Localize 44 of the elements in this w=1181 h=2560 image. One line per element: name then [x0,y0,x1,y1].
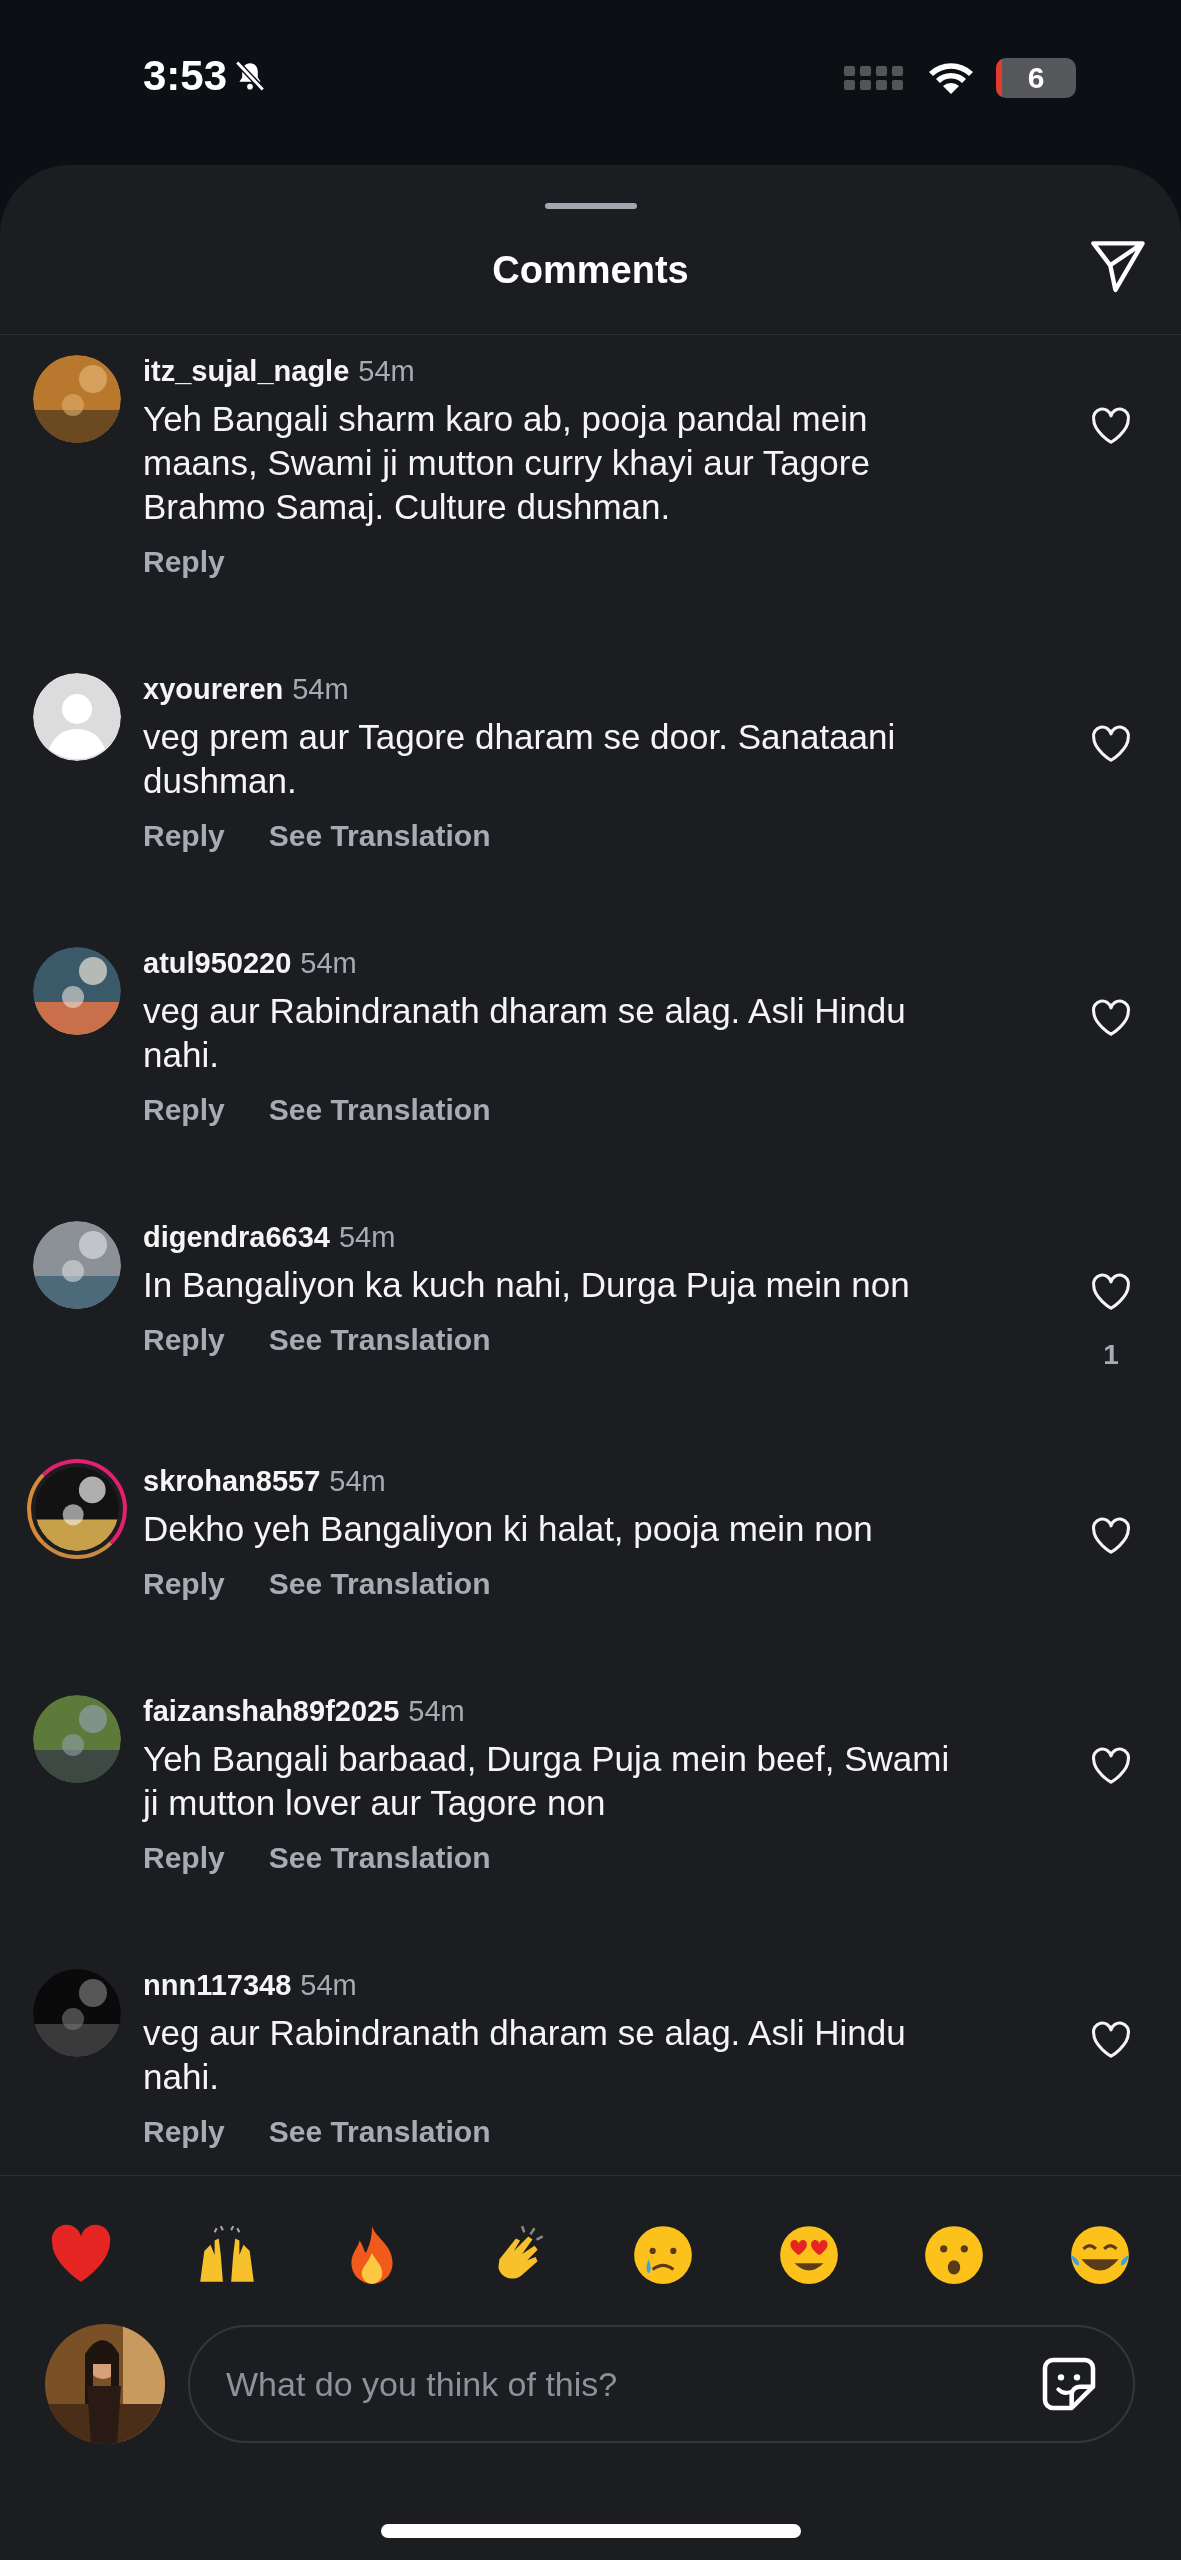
comment-action-link[interactable]: See Translation [268,819,491,853]
comment-time: 54m [292,673,349,706]
comment-time: 54m [358,355,415,388]
comment-text: Yeh Bangali sharm karo ab, pooja pandal mein maans, Swami ji mutton curry khayi aur Tagore Brahmo Samaj. Culture dushman. [143,398,871,528]
comment-time: 54m [339,1221,396,1254]
comment-text: In Bangaliyon ka kuch nahi, Durga Puja mein non [143,1264,911,1306]
drag-handle[interactable] [544,203,637,209]
comment-composer[interactable]: What do you think of this? [188,2325,1135,2443]
comment-time: 54m [408,1695,465,1728]
like-count: 1 [1103,1339,1119,1371]
comment-text: veg aur Rabindranath dharam se alag. Asli Hindu nahi. [143,990,907,1076]
comment-action-link[interactable]: Reply [143,1567,225,1601]
comment-username[interactable]: itz_sujal_nagle [143,355,350,388]
comment-action-link[interactable]: Reply [143,1841,225,1875]
comment-action-link[interactable]: See Translation [268,1323,491,1357]
comment-action-link[interactable]: See Translation [268,2115,491,2149]
comment-text: Dekho yeh Bangaliyon ki halat, pooja mein non [143,1508,874,1550]
comment-text: Yeh Bangali barbaad, Durga Puja mein beef, Swami ji mutton lover aur Tagore non [143,1738,951,1824]
comment-action-link[interactable]: See Translation [268,1841,491,1875]
comment-username[interactable]: xyoureren [143,673,284,706]
comment-text: veg prem aur Tagore dharam se door. Sanataani dushman. [143,716,897,802]
sheet-title: Comments [492,249,689,292]
comment-action-link[interactable]: See Translation [268,1567,491,1601]
comment-username[interactable]: digendra6634 [143,1221,330,1254]
comment-input-field[interactable]: What do you think of this? [224,2363,1037,2405]
battery-indicator: 6 [996,58,1076,98]
comment-username[interactable]: skrohan8557 [143,1465,321,1498]
comment-action-link[interactable]: Reply [143,819,225,853]
comment-action-link[interactable]: Reply [143,1093,225,1127]
story-ring[interactable] [27,1459,127,1559]
comment-time: 54m [300,947,357,980]
comment-time: 54m [300,1969,357,2002]
comment-text: veg aur Rabindranath dharam se alag. Asli Hindu nahi. [143,2012,907,2098]
comment-action-link[interactable]: Reply [143,545,225,579]
default-avatar-icon[interactable] [33,673,121,761]
comment-time: 54m [329,1465,386,1498]
comment-username[interactable]: nnn117348 [143,1969,292,2002]
comment-action-link[interactable]: Reply [143,2115,225,2149]
comment-username[interactable]: atul950220 [143,947,292,980]
status-time: 3:53 [143,52,228,100]
comment-action-link[interactable]: See Translation [268,1093,491,1127]
comment-action-link[interactable]: Reply [143,1323,225,1357]
comment-username[interactable]: faizanshah89f2025 [143,1695,400,1728]
signal-icon [844,64,906,92]
